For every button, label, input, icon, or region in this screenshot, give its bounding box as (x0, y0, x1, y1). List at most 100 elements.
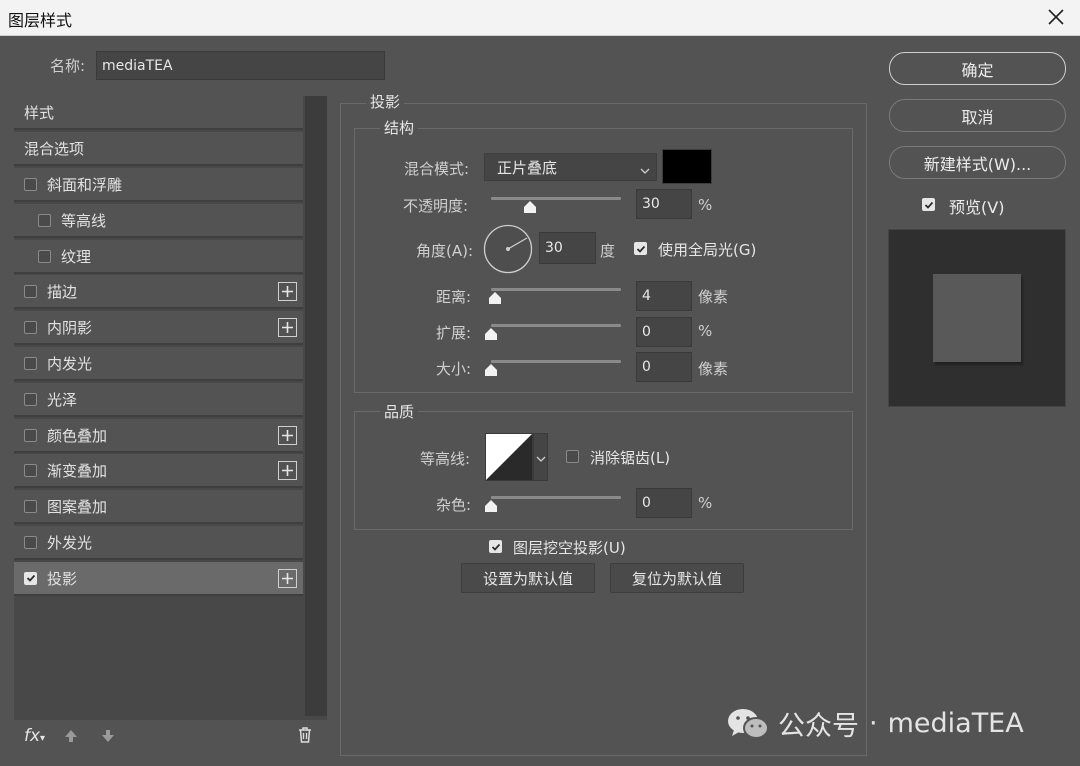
distance-unit: 像素 (698, 288, 729, 306)
global-light-label[interactable]: 使用全局光(G) (658, 239, 756, 260)
opacity-unit: % (698, 196, 713, 214)
contour-picker[interactable] (485, 433, 533, 481)
style-item-checkbox[interactable] (24, 428, 37, 442)
title-bar: 图层样式 (0, 0, 1080, 36)
noise-slider-track[interactable] (491, 496, 621, 499)
size-slider-thumb[interactable] (485, 364, 497, 376)
add-instance-icon[interactable] (278, 318, 297, 337)
style-item[interactable]: 纹理 (14, 240, 303, 274)
fx-button[interactable]: fx▾ (24, 726, 45, 746)
style-item-checkbox[interactable] (24, 284, 37, 298)
contour-label: 等高线: (420, 450, 471, 468)
noise-input[interactable]: 0 (636, 488, 692, 518)
style-item[interactable]: 光泽 (14, 383, 303, 417)
style-item-label: 光泽 (47, 390, 78, 409)
preview-checkbox[interactable] (922, 198, 935, 211)
style-item[interactable]: 颜色叠加 (14, 419, 303, 453)
add-instance-icon[interactable] (278, 461, 297, 480)
contour-dropdown[interactable] (533, 433, 548, 481)
close-icon[interactable] (1042, 3, 1070, 31)
style-item[interactable]: 内发光 (14, 347, 303, 381)
opacity-label: 不透明度: (403, 197, 469, 215)
style-item-checkbox[interactable] (24, 571, 37, 585)
watermark-prefix: 公众号 (778, 711, 859, 742)
style-item[interactable]: 等高线 (14, 204, 303, 238)
styles-scrollbar[interactable] (305, 96, 327, 716)
add-instance-icon[interactable] (278, 569, 297, 588)
fx-label: fx (24, 726, 41, 746)
distance-slider-track[interactable] (491, 288, 621, 291)
angle-unit: 度 (600, 242, 616, 260)
move-down-icon[interactable] (100, 728, 116, 748)
reset-default-button[interactable]: 复位为默认值 (610, 563, 744, 593)
spread-slider-thumb[interactable] (485, 328, 497, 340)
ok-button[interactable]: 确定 (889, 52, 1066, 85)
spread-input[interactable]: 0 (636, 317, 692, 347)
watermark-dot: · (869, 708, 878, 739)
shadow-color-swatch[interactable] (662, 149, 712, 184)
style-item-checkbox[interactable] (24, 463, 37, 477)
knockout-checkbox[interactable] (489, 540, 502, 553)
style-item-checkbox[interactable] (24, 177, 37, 191)
style-item[interactable]: 投影 (14, 562, 303, 596)
style-item-label: 斜面和浮雕 (47, 175, 123, 194)
style-item-checkbox[interactable] (24, 392, 37, 406)
style-item-label: 内发光 (47, 354, 93, 373)
style-item[interactable]: 外发光 (14, 526, 303, 560)
style-item-checkbox[interactable] (38, 249, 51, 263)
style-item-checkbox[interactable] (24, 535, 37, 549)
move-up-icon[interactable] (63, 728, 79, 748)
size-input[interactable]: 0 (636, 352, 692, 382)
size-label: 大小: (436, 360, 472, 378)
cancel-button[interactable]: 取消 (889, 99, 1066, 132)
add-instance-icon[interactable] (278, 426, 297, 445)
style-item[interactable]: 渐变叠加 (14, 454, 303, 488)
size-unit: 像素 (698, 360, 729, 378)
style-item-label: 外发光 (47, 533, 93, 552)
styles-header[interactable]: 样式 (14, 96, 303, 130)
distance-slider-thumb[interactable] (489, 292, 501, 304)
distance-input[interactable]: 4 (636, 281, 692, 311)
make-default-button[interactable]: 设置为默认值 (461, 563, 595, 593)
style-item-checkbox[interactable] (24, 499, 37, 513)
name-input[interactable]: mediaTEA (96, 51, 385, 80)
blend-mode-select[interactable]: 正片叠底 (484, 153, 657, 181)
blending-options-item[interactable]: 混合选项 (14, 132, 303, 166)
preview-label[interactable]: 预览(V) (949, 194, 1004, 218)
style-item-label: 内阴影 (47, 318, 93, 337)
style-item-checkbox[interactable] (24, 320, 37, 334)
window-title: 图层样式 (8, 11, 73, 30)
antialias-label[interactable]: 消除锯齿(L) (590, 447, 670, 468)
drop-shadow-title: 投影 (366, 91, 405, 112)
antialias-checkbox[interactable] (566, 450, 579, 463)
knockout-label[interactable]: 图层挖空投影(U) (513, 537, 626, 558)
size-slider-track[interactable] (491, 360, 621, 363)
noise-unit: % (698, 494, 713, 512)
contour-linear-icon (486, 434, 532, 480)
structure-title: 结构 (380, 117, 419, 138)
chevron-down-icon (536, 456, 546, 462)
opacity-input[interactable]: 30 (636, 189, 692, 219)
new-style-button[interactable]: 新建样式(W)... (889, 146, 1066, 179)
style-item-label: 颜色叠加 (47, 426, 108, 445)
spread-slider-track[interactable] (491, 324, 621, 327)
trash-icon[interactable] (297, 726, 313, 748)
watermark: 公众号 · mediaTEA (726, 704, 1024, 743)
noise-slider-thumb[interactable] (485, 500, 497, 512)
style-item-checkbox[interactable] (24, 356, 37, 370)
name-label: 名称: (50, 57, 86, 75)
opacity-slider-track[interactable] (491, 197, 621, 200)
style-item[interactable]: 斜面和浮雕 (14, 168, 303, 202)
noise-label: 杂色: (436, 496, 472, 514)
style-item[interactable]: 图案叠加 (14, 490, 303, 524)
opacity-slider-thumb[interactable] (524, 201, 536, 213)
style-preview (888, 229, 1066, 407)
add-instance-icon[interactable] (278, 282, 297, 301)
global-light-checkbox[interactable] (634, 242, 647, 255)
angle-dial[interactable] (483, 224, 533, 274)
distance-label: 距离: (436, 288, 472, 306)
style-item[interactable]: 内阴影 (14, 311, 303, 345)
style-item[interactable]: 描边 (14, 275, 303, 309)
angle-input[interactable]: 30 (539, 232, 596, 264)
style-item-checkbox[interactable] (38, 213, 51, 227)
